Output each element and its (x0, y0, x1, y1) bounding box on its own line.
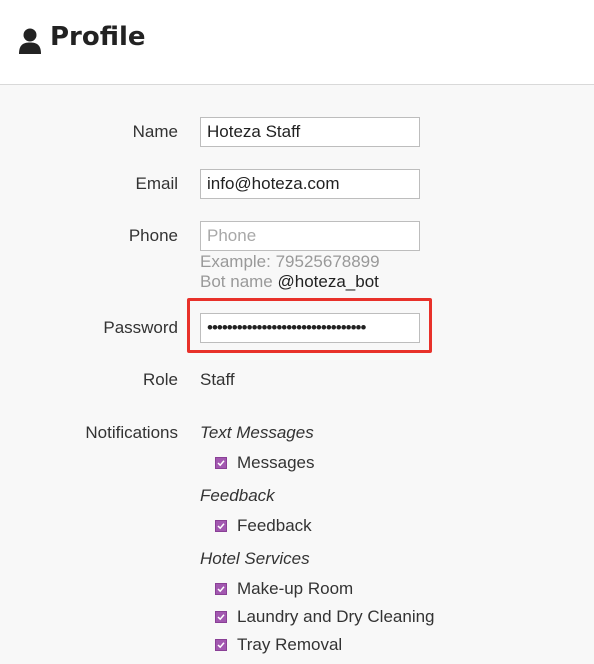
notification-item-laundry[interactable]: Laundry and Dry Cleaning (215, 607, 435, 627)
notification-item-label: Feedback (237, 516, 312, 535)
notification-item-label: Messages (237, 453, 315, 472)
notification-item-label: Laundry and Dry Cleaning (237, 607, 435, 626)
notification-item-label: Make-up Room (237, 579, 354, 598)
phone-example-hint: Example: 79525678899 (200, 252, 380, 271)
role-value: Staff (200, 370, 235, 389)
bot-name-label: Bot name (200, 272, 273, 291)
password-input[interactable] (200, 313, 420, 343)
page-header: Profile (0, 0, 594, 85)
notifications-label: Notifications (85, 423, 178, 442)
notification-item-tray-removal[interactable]: Tray Removal (215, 635, 342, 655)
role-label: Role (143, 370, 178, 389)
group-title-text-messages: Text Messages (200, 423, 314, 442)
checkbox-checked-icon[interactable] (215, 457, 227, 469)
phone-input[interactable] (200, 221, 420, 251)
page-title: Profile (50, 22, 146, 52)
bot-name-hint: Bot name @hoteza_bot (200, 272, 379, 292)
password-label: Password (103, 318, 178, 337)
checkbox-checked-icon[interactable] (215, 583, 227, 595)
user-icon (19, 28, 41, 54)
checkbox-checked-icon[interactable] (215, 639, 227, 651)
checkbox-checked-icon[interactable] (215, 520, 227, 532)
name-input[interactable] (200, 117, 420, 147)
notification-item-makeup-room[interactable]: Make-up Room (215, 579, 353, 599)
name-label: Name (132, 122, 178, 141)
notification-item-messages[interactable]: Messages (215, 453, 314, 473)
group-title-feedback: Feedback (200, 486, 275, 505)
phone-label: Phone (128, 226, 178, 245)
email-input[interactable] (200, 169, 420, 199)
notification-item-label: Tray Removal (237, 635, 343, 654)
bot-name-value: @hoteza_bot (277, 272, 379, 291)
notification-item-feedback[interactable]: Feedback (215, 516, 312, 536)
email-label: Email (135, 174, 178, 193)
group-title-hotel-services: Hotel Services (200, 549, 310, 568)
checkbox-checked-icon[interactable] (215, 611, 227, 623)
